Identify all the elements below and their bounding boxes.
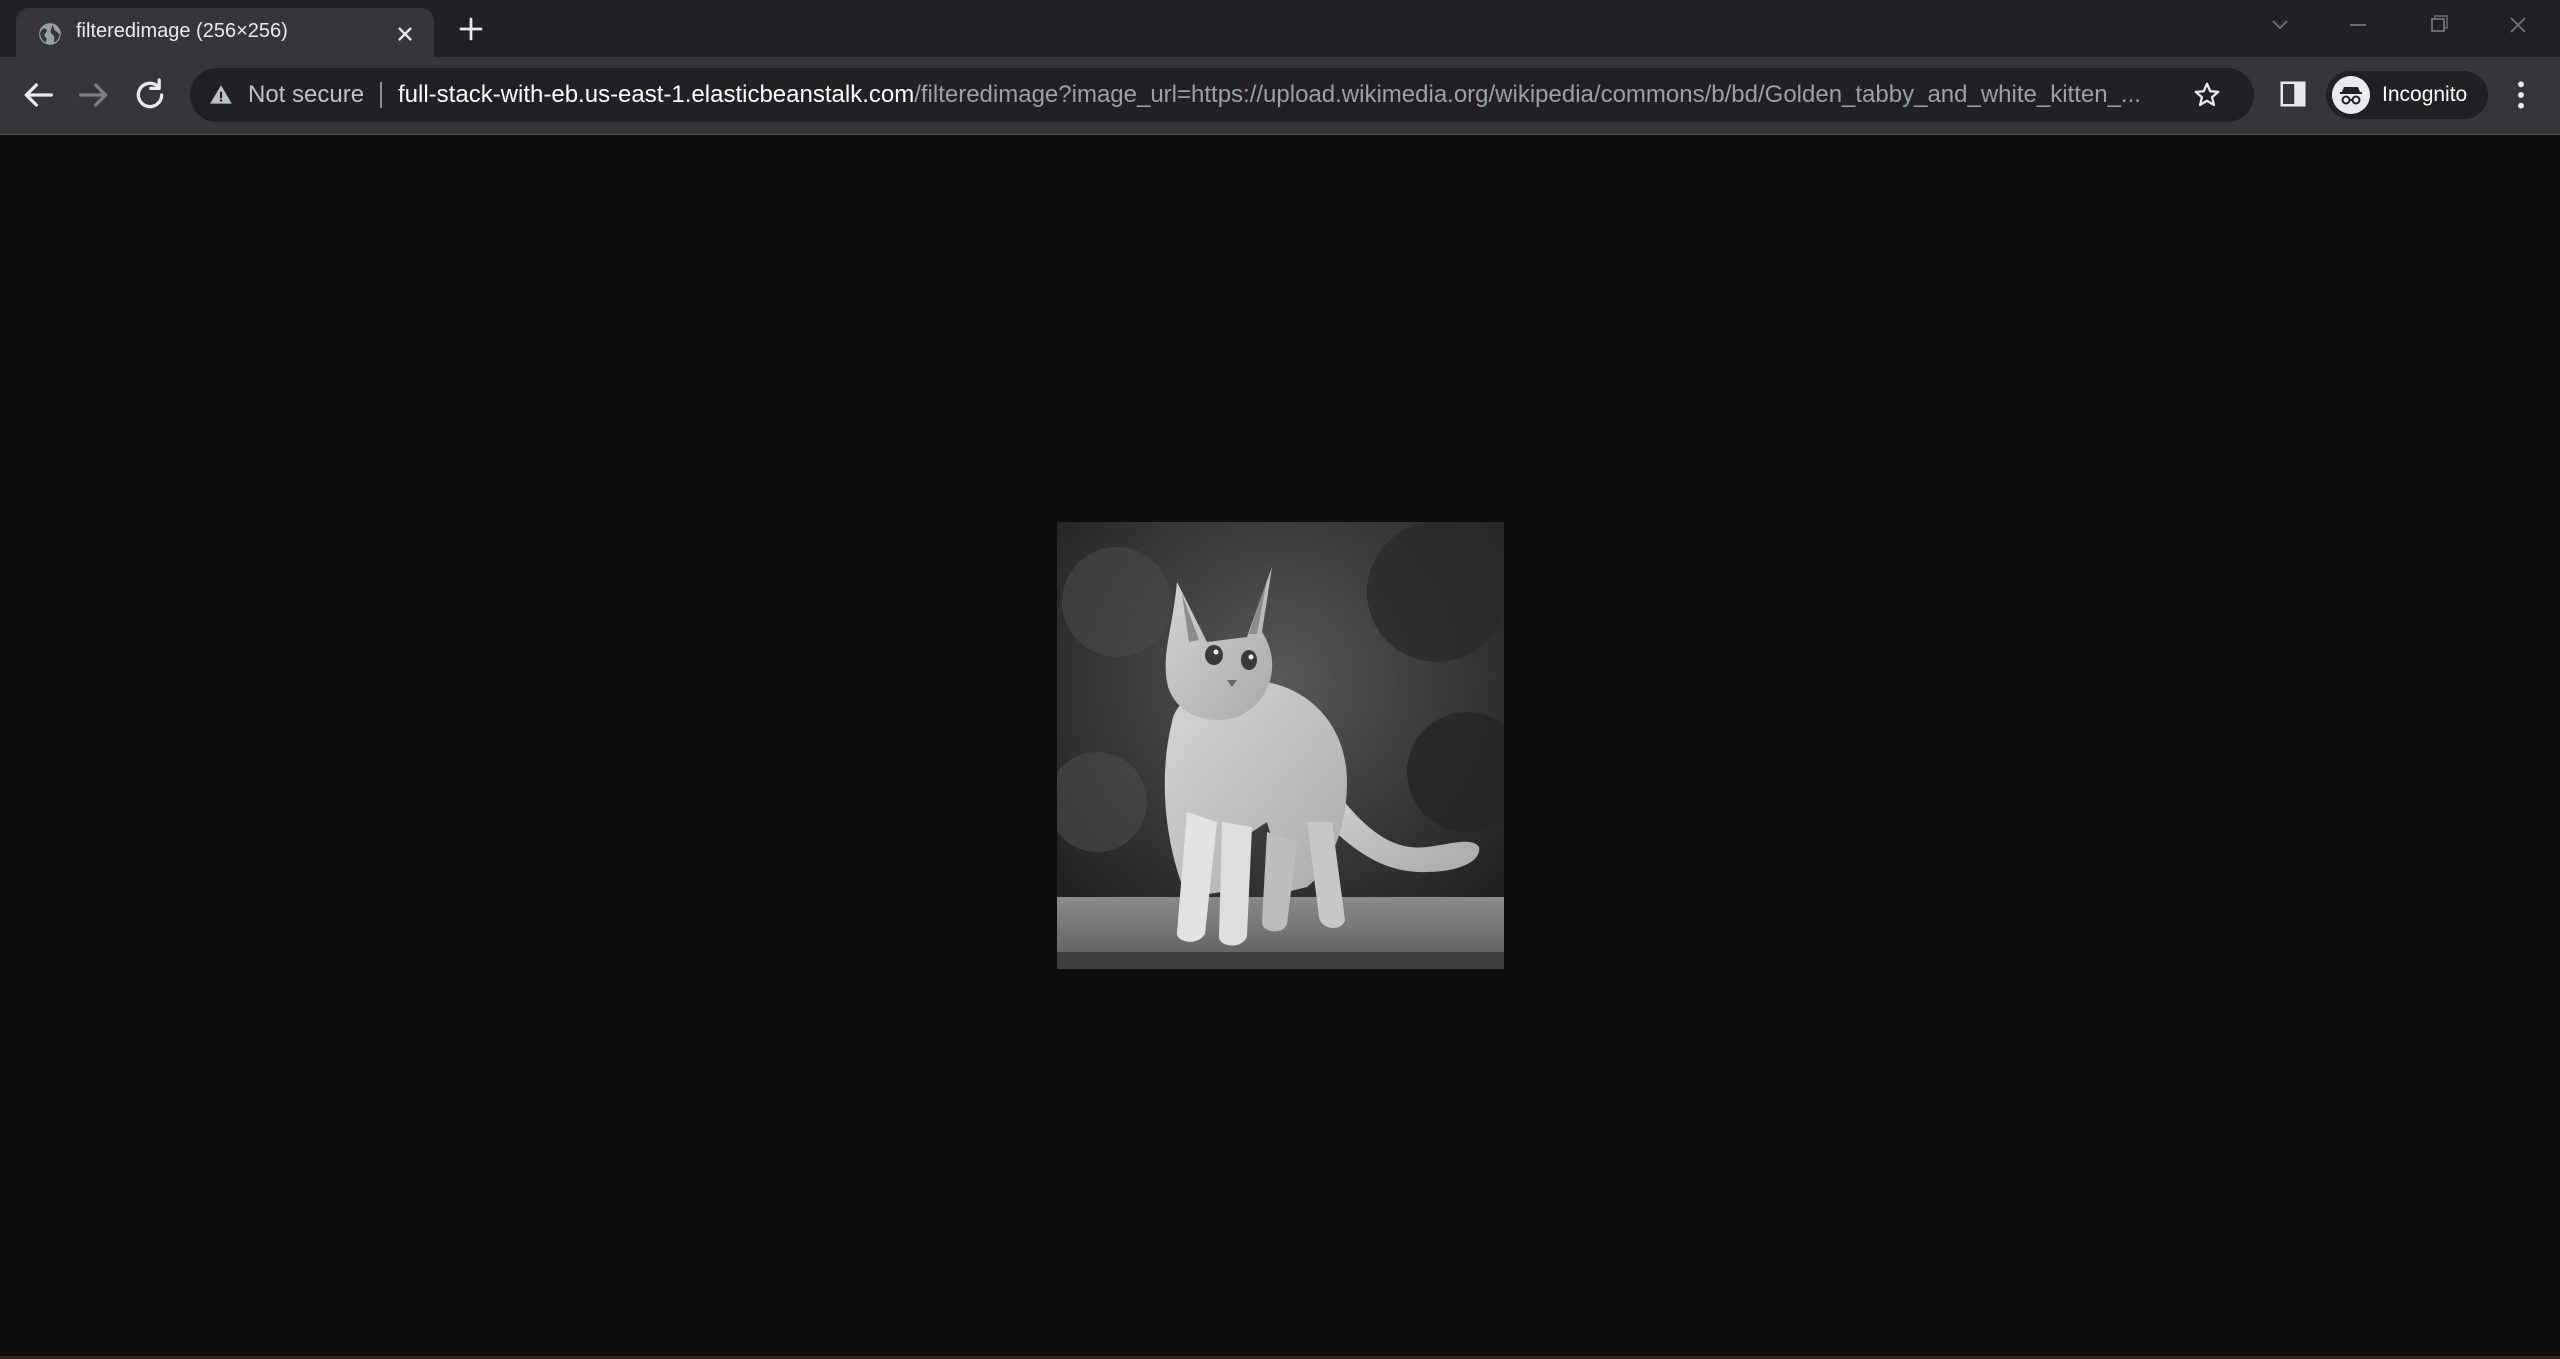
incognito-icon [2332,76,2370,114]
tab-strip: filteredimage (256×256) [0,0,2560,57]
url-path: /filteredimage?image_url=https://upload.… [914,81,2141,108]
url-host: full-stack-with-eb.us-east-1.elasticbean… [398,81,915,108]
url-text[interactable]: full-stack-with-eb.us-east-1.elasticbean… [398,81,2388,109]
forward-button[interactable] [74,75,114,115]
page-viewport [0,135,2560,1359]
tab-title: filteredimage (256×256) [76,20,288,42]
new-tab-button[interactable] [456,14,486,44]
incognito-profile-button[interactable]: Incognito [2326,71,2488,119]
close-icon[interactable] [392,21,418,47]
warning-icon[interactable] [208,82,234,108]
side-panel-icon[interactable] [2278,79,2308,109]
bookmark-star-icon[interactable] [2192,80,2222,110]
kitten-image [1057,522,1504,969]
tab-search-button[interactable] [2260,10,2300,40]
globe-icon [39,23,61,45]
reload-button[interactable] [130,75,170,115]
minimize-button[interactable] [2338,10,2378,40]
security-label[interactable]: Not secure [248,81,364,109]
tab-filteredimage[interactable]: filteredimage (256×256) [16,8,434,57]
restore-button[interactable] [2418,10,2458,40]
toolbar: Not secure full-stack-with-eb.us-east-1.… [0,57,2560,134]
address-bar[interactable]: Not secure full-stack-with-eb.us-east-1.… [190,68,2254,122]
more-menu-icon[interactable] [2506,75,2536,115]
back-button[interactable] [18,75,58,115]
address-separator [380,82,382,108]
close-window-button[interactable] [2498,10,2538,40]
incognito-label: Incognito [2382,83,2468,106]
